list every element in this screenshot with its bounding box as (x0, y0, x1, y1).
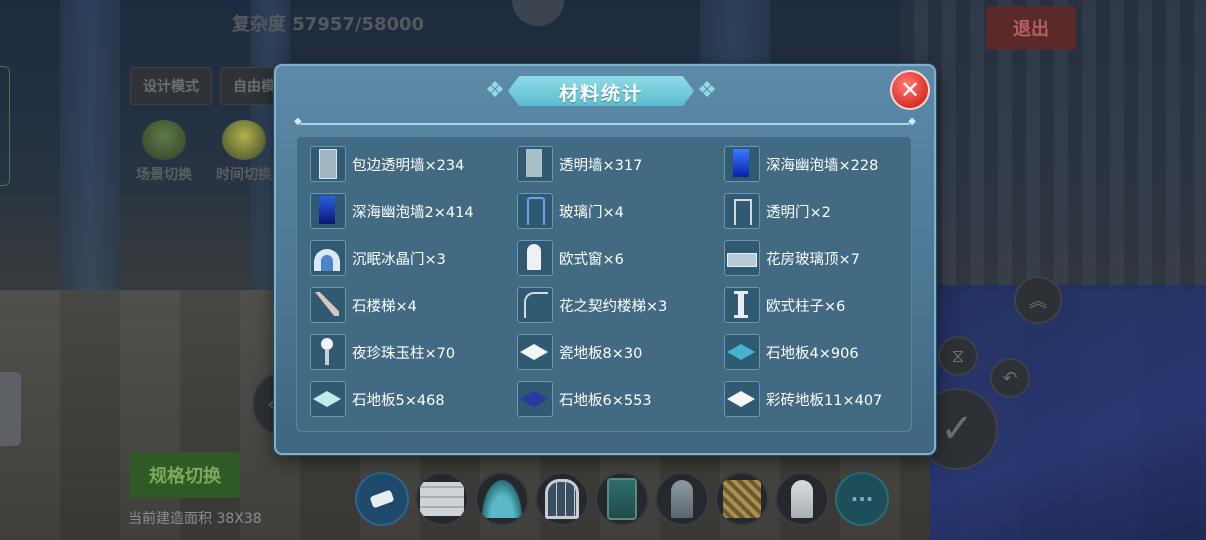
blue-wall-icon (310, 193, 346, 229)
material-item: 石地板5×468 (310, 380, 445, 418)
material-label: 花之契约楼梯×3 (559, 298, 668, 315)
navy-tile-icon (517, 381, 553, 417)
material-label: 彩砖地板11×407 (766, 392, 883, 409)
material-item: 欧式柱子×6 (724, 286, 845, 324)
dialog-title-banner: ❖ ❖ 材料统计 (482, 72, 720, 110)
mint-tile-icon (310, 381, 346, 417)
island-icon (142, 120, 186, 160)
material-label: 包边透明墙×234 (352, 157, 465, 174)
scene-pillar (60, 0, 120, 330)
mirror-icon[interactable]: ⧖ (938, 336, 978, 376)
material-label: 玻璃门×4 (559, 204, 624, 221)
title-divider (294, 116, 916, 127)
toolbar-slot-arched-window[interactable] (655, 472, 709, 526)
toolbar-slot-euro-window[interactable] (775, 472, 829, 526)
white-tile-icon (517, 334, 553, 370)
material-label: 夜珍珠玉柱×70 (352, 345, 456, 362)
material-label: 深海幽泡墙2×414 (352, 204, 474, 221)
toolbar-slot-cabinet-door[interactable] (595, 472, 649, 526)
material-item: 花之契约楼梯×3 (517, 286, 667, 324)
material-item: 石地板4×906 (724, 333, 859, 371)
spiral-stairs-icon (517, 287, 553, 323)
glass-door-icon (517, 193, 553, 229)
left-panel-frame (0, 66, 10, 186)
design-mode-button[interactable]: 设计模式 (130, 67, 212, 105)
material-item: 深海幽泡墙2×414 (310, 192, 474, 230)
clear-wall-icon (310, 146, 346, 182)
material-item: 透明门×2 (724, 192, 831, 230)
material-label: 透明墙×317 (559, 157, 643, 174)
material-label: 透明门×2 (766, 204, 831, 221)
material-item: 瓷地板8×30 (517, 333, 642, 371)
build-area-text: 当前建造面积 38X38 (128, 511, 262, 527)
stone-wall-icon (420, 482, 464, 516)
material-label: 沉眠冰晶门×3 (352, 251, 446, 268)
gold-screen-icon (723, 480, 761, 518)
material-item: 石楼梯×4 (310, 286, 417, 324)
dialog-title: 材料统计 (558, 83, 643, 105)
build-toolbar: ··· (355, 472, 889, 526)
toolbar-slot-dome-gate[interactable] (475, 472, 529, 526)
material-label: 瓷地板8×30 (559, 345, 643, 362)
lattice-window-icon (545, 479, 579, 519)
stone-stairs-icon (310, 287, 346, 323)
exit-button[interactable]: 退出 (986, 6, 1076, 50)
material-label: 深海幽泡墙×228 (766, 157, 879, 174)
cabinet-door-icon (607, 478, 637, 520)
time-switch-button[interactable]: 时间切换 (204, 120, 284, 184)
euro-pillar-icon (724, 287, 760, 323)
material-label: 花房玻璃顶×7 (766, 251, 860, 268)
clear-door-icon (724, 193, 760, 229)
material-item: 夜珍珠玉柱×70 (310, 333, 455, 371)
teal-tile-icon (724, 334, 760, 370)
left-drawer-handle[interactable] (0, 372, 21, 446)
dome-gate-icon (482, 480, 522, 518)
euro-window-icon (791, 480, 813, 518)
material-item: 包边透明墙×234 (310, 145, 464, 183)
complexity-counter: 复杂度 57957/58000 (232, 14, 425, 35)
white-tile-icon (724, 381, 760, 417)
glass-roof-icon (724, 240, 760, 276)
material-label: 石楼梯×4 (352, 298, 417, 315)
material-item: 石地板6×553 (517, 380, 652, 418)
material-label: 欧式柱子×6 (766, 298, 846, 315)
close-button[interactable]: ✕ (890, 70, 930, 110)
arched-window-icon (671, 480, 693, 518)
close-icon: ✕ (899, 76, 921, 104)
material-label: 石地板5×468 (352, 392, 445, 409)
material-grid: 包边透明墙×234 透明墙×317 深海幽泡墙×228 深海幽泡墙2×414 玻… (296, 136, 912, 432)
material-stats-dialog: ❖ ❖ 材料统计 ✕ 包边透明墙×234 透明墙×317 深海幽泡墙×228 (274, 64, 936, 455)
material-label: 石地板6×553 (559, 392, 652, 409)
material-item: 沉眠冰晶门×3 (310, 239, 446, 277)
sun-landscape-icon (222, 120, 266, 160)
material-item: 透明墙×317 (517, 145, 642, 183)
toolbar-slot-stone-wall[interactable] (415, 472, 469, 526)
spec-switch-button[interactable]: 规格切换 (130, 452, 240, 498)
undo-icon[interactable]: ↶ (990, 358, 1030, 398)
more-icon: ··· (850, 487, 874, 511)
material-item: 玻璃门×4 (517, 192, 624, 230)
material-label: 欧式窗×6 (559, 251, 624, 268)
material-item: 花房玻璃顶×7 (724, 239, 860, 277)
toolbar-slot-lattice-window[interactable] (535, 472, 589, 526)
eraser-tool-button[interactable] (355, 472, 409, 526)
material-item: 欧式窗×6 (517, 239, 624, 277)
material-item: 深海幽泡墙×228 (724, 145, 878, 183)
raise-icon[interactable]: ︽ (1014, 276, 1062, 324)
material-item: 彩砖地板11×407 (724, 380, 882, 418)
material-label: 石地板4×906 (766, 345, 859, 362)
clear-wall-icon (517, 146, 553, 182)
blue-wall-icon (724, 146, 760, 182)
camera-toggle-icon[interactable] (512, 0, 564, 26)
more-button[interactable]: ··· (835, 472, 889, 526)
ice-gate-icon (310, 240, 346, 276)
pearl-pillar-icon (310, 334, 346, 370)
toolbar-slot-gold-screen[interactable] (715, 472, 769, 526)
time-switch-label: 时间切换 (216, 167, 272, 183)
scene-switch-button[interactable]: 场景切换 (124, 120, 204, 184)
eraser-icon (370, 490, 394, 508)
euro-window-icon (517, 240, 553, 276)
scene-switch-label: 场景切换 (136, 167, 192, 183)
